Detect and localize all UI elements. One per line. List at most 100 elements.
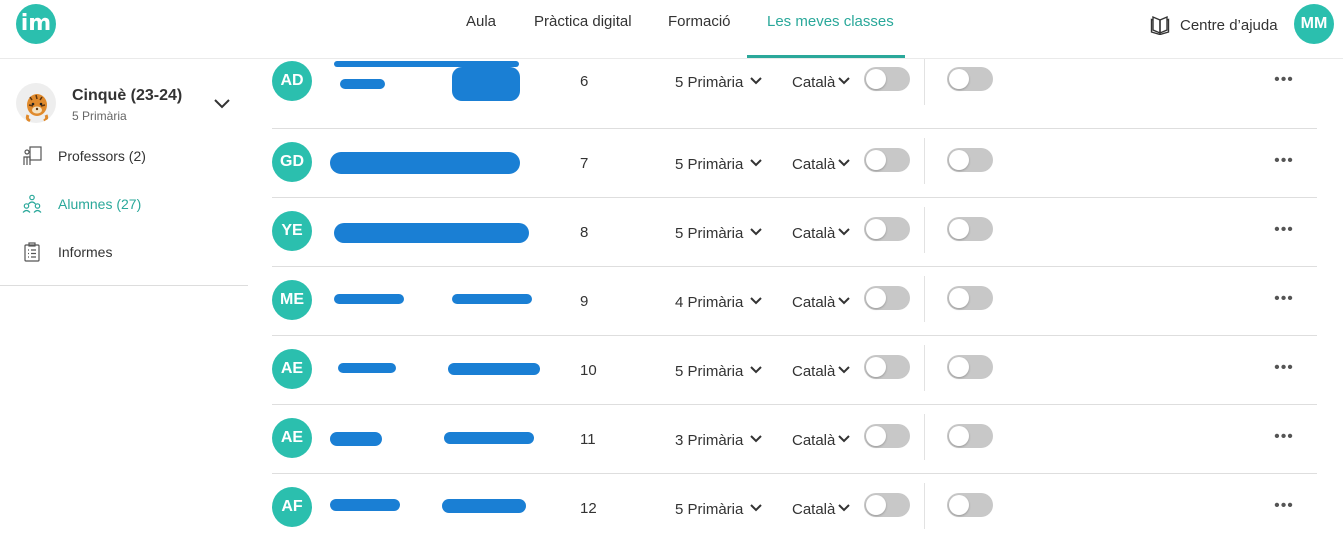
sidebar-item-label: Professors (2) — [58, 148, 146, 164]
sidebar-item-label: Alumnes (27) — [58, 196, 142, 212]
chevron-down-icon — [749, 224, 763, 242]
level-select[interactable]: 5 Primària — [675, 224, 763, 242]
redacted-name — [448, 363, 540, 375]
student-row: YE 8 5 Primària Català ••• — [272, 197, 1317, 267]
language-select[interactable]: Català — [792, 431, 851, 449]
chevron-down-icon[interactable] — [212, 93, 232, 113]
redacted-name — [334, 223, 529, 243]
level-select[interactable]: 5 Primària — [675, 155, 763, 173]
chevron-down-icon — [837, 362, 851, 380]
nav-les-meves-classes[interactable]: Les meves classes — [767, 13, 894, 30]
chevron-down-icon — [837, 431, 851, 449]
class-selector[interactable]: Cinquè (23-24) 5 Primària — [16, 83, 248, 125]
student-row: GD 7 5 Primària Català ••• — [272, 128, 1317, 198]
toggle-switch-1[interactable] — [864, 148, 910, 172]
language-select[interactable]: Català — [792, 362, 851, 380]
language-select[interactable]: Català — [792, 224, 851, 242]
column-divider — [924, 59, 925, 105]
language-value: Català — [792, 293, 836, 311]
student-number: 9 — [580, 293, 589, 310]
student-number: 10 — [580, 362, 597, 379]
language-value: Català — [792, 73, 836, 91]
sidebar-item-students[interactable]: Alumnes (27) — [22, 192, 141, 216]
level-select[interactable]: 5 Primària — [675, 500, 763, 518]
column-divider — [924, 483, 925, 529]
toggle-switch-2[interactable] — [947, 217, 993, 241]
level-value: 5 Primària — [675, 224, 744, 242]
language-value: Català — [792, 155, 836, 173]
toggle-switch-2[interactable] — [947, 67, 993, 91]
language-select[interactable]: Català — [792, 155, 851, 173]
student-number: 6 — [580, 73, 589, 90]
class-name: Cinquè (23-24) — [72, 87, 183, 104]
toggle-switch-1[interactable] — [864, 424, 910, 448]
more-options-icon[interactable]: ••• — [1272, 221, 1296, 241]
chevron-down-icon — [837, 224, 851, 242]
level-value: 5 Primària — [675, 73, 744, 91]
redacted-name — [330, 432, 382, 446]
student-avatar: AF — [272, 487, 312, 527]
chevron-down-icon — [749, 155, 763, 173]
tiger-icon — [16, 83, 56, 123]
student-row: AE 10 5 Primària Català ••• — [272, 335, 1317, 405]
language-select[interactable]: Català — [792, 293, 851, 311]
toggle-switch-1[interactable] — [864, 286, 910, 310]
teacher-icon — [22, 146, 42, 166]
toggle-switch-2[interactable] — [947, 355, 993, 379]
level-select[interactable]: 5 Primària — [675, 73, 763, 91]
student-avatar: AE — [272, 418, 312, 458]
more-options-icon[interactable]: ••• — [1272, 497, 1296, 517]
more-options-icon[interactable]: ••• — [1272, 152, 1296, 172]
redacted-name — [452, 67, 520, 101]
student-row: ME 9 4 Primària Català ••• — [272, 266, 1317, 336]
toggle-switch-1[interactable] — [864, 67, 910, 91]
toggle-switch-2[interactable] — [947, 148, 993, 172]
level-value: 5 Primària — [675, 155, 744, 173]
sidebar: Cinquè (23-24) 5 Primària Professors (2)… — [0, 59, 248, 286]
class-level: 5 Primària — [72, 109, 127, 123]
language-select[interactable]: Català — [792, 73, 851, 91]
level-value: 5 Primària — [675, 500, 744, 518]
more-options-icon[interactable]: ••• — [1272, 71, 1296, 91]
student-avatar: YE — [272, 211, 312, 251]
toggle-switch-1[interactable] — [864, 493, 910, 517]
toggle-switch-1[interactable] — [864, 355, 910, 379]
level-select[interactable]: 3 Primària — [675, 431, 763, 449]
redacted-name — [330, 152, 520, 174]
nav-practica-digital[interactable]: Pràctica digital — [534, 13, 632, 30]
nav-formacio[interactable]: Formació — [668, 13, 731, 30]
student-avatar: ME — [272, 280, 312, 320]
student-number: 8 — [580, 224, 589, 241]
student-number: 11 — [580, 431, 596, 448]
toggle-switch-1[interactable] — [864, 217, 910, 241]
level-value: 5 Primària — [675, 362, 744, 380]
nav-aula[interactable]: Aula — [466, 13, 496, 30]
more-options-icon[interactable]: ••• — [1272, 359, 1296, 379]
clipboard-icon — [22, 242, 42, 262]
language-value: Català — [792, 431, 836, 449]
app-logo[interactable]: im — [16, 4, 56, 44]
toggle-switch-2[interactable] — [947, 286, 993, 310]
chevron-down-icon — [749, 73, 763, 91]
chevron-down-icon — [837, 155, 851, 173]
more-options-icon[interactable]: ••• — [1272, 290, 1296, 310]
chevron-down-icon — [837, 293, 851, 311]
user-avatar[interactable]: MM — [1294, 4, 1334, 44]
redacted-name — [452, 294, 532, 304]
student-avatar: GD — [272, 142, 312, 182]
sidebar-item-informes[interactable]: Informes — [22, 240, 112, 264]
level-select[interactable]: 5 Primària — [675, 362, 763, 380]
toggle-switch-2[interactable] — [947, 493, 993, 517]
student-avatar: AE — [272, 349, 312, 389]
level-value: 3 Primària — [675, 431, 744, 449]
sidebar-item-professors[interactable]: Professors (2) — [22, 144, 146, 168]
chevron-down-icon — [749, 431, 763, 449]
redacted-name — [444, 432, 534, 444]
language-select[interactable]: Català — [792, 500, 851, 518]
column-divider — [924, 207, 925, 253]
level-select[interactable]: 4 Primària — [675, 293, 763, 311]
more-options-icon[interactable]: ••• — [1272, 428, 1296, 448]
chevron-down-icon — [749, 293, 763, 311]
toggle-switch-2[interactable] — [947, 424, 993, 448]
help-center-link[interactable]: Centre d’ajuda — [1150, 13, 1278, 37]
